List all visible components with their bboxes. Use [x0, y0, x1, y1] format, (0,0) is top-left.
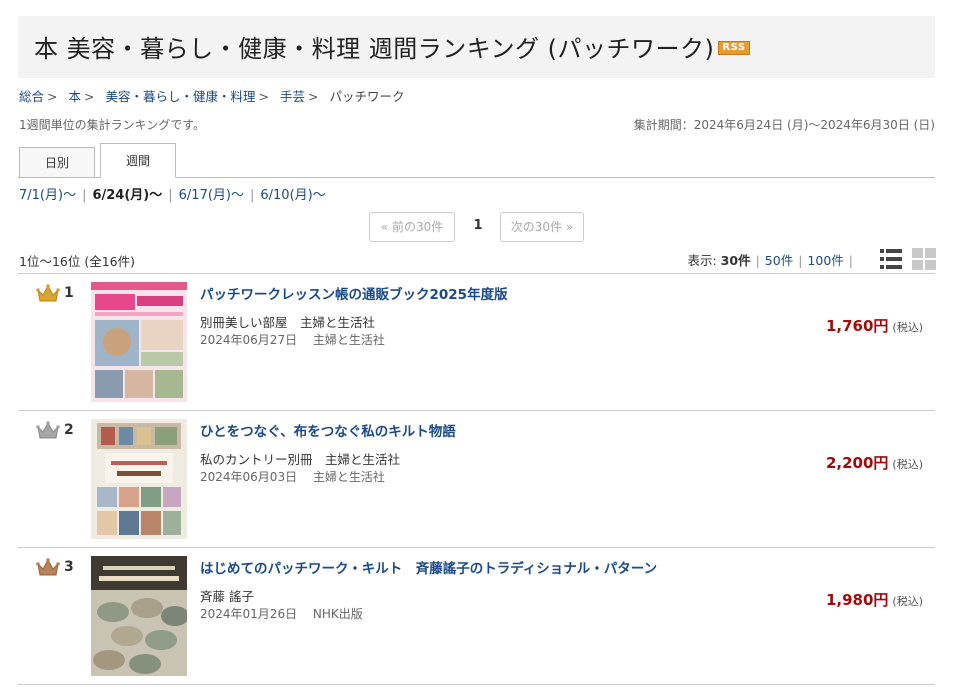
week-link-6-17[interactable]: 6/17(月)～: [179, 188, 244, 203]
ranking-item: 2 ひとをつなぐ、布をつなぐ私のキルト物語 私のカントリー別冊 主婦と生活社 2…: [18, 411, 935, 548]
item-title-link[interactable]: はじめてのパッチワーク・キルト 斉藤謠子のトラディショナル・パターン: [200, 557, 657, 577]
prev-page-button[interactable]: « 前の30件: [369, 212, 455, 242]
week-separator: |: [168, 188, 173, 203]
page-title-bar: 本 美容・暮らし・健康・料理 週間ランキング (パッチワーク) RSS: [18, 16, 935, 78]
breadcrumb-separator: >: [47, 89, 58, 104]
rss-icon[interactable]: RSS: [718, 41, 750, 55]
item-release-date: 2024年06月03日 主婦と生活社: [200, 470, 385, 484]
breadcrumb-separator: >: [84, 89, 95, 104]
item-title-link[interactable]: パッチワークレッスン帳の通販ブック2025年度版: [200, 283, 508, 303]
page-title-text: 本 美容・暮らし・健康・料理 週間ランキング (パッチワーク): [34, 35, 715, 63]
breadcrumb-item-lifestyle[interactable]: 美容・暮らし・健康・料理: [105, 89, 255, 104]
tax-label: (税込): [892, 595, 923, 608]
breadcrumb: 総合 > 本 > 美容・暮らし・健康・料理 > 手芸 > パッチワーク: [19, 86, 404, 105]
breadcrumb-item-current: パッチワーク: [329, 89, 405, 104]
display-count-selector: 表示: 30件 | 50件 | 100件 |: [687, 250, 858, 269]
display-separator: |: [755, 253, 760, 268]
display-separator: |: [798, 253, 803, 268]
price-value: 2,200円: [825, 454, 889, 472]
item-author: 別冊美しい部屋 主婦と生活社: [200, 315, 376, 330]
page-title: 本 美容・暮らし・健康・料理 週間ランキング (パッチワーク) RSS: [34, 29, 750, 64]
ranking-description: 1週間単位の集計ランキングです。: [19, 118, 206, 132]
rank-number: 1: [64, 285, 74, 301]
price-value: 1,980円: [825, 591, 889, 609]
gold-crown-icon: [36, 284, 60, 302]
book-cover-image[interactable]: [91, 419, 187, 539]
rank-number: 2: [64, 422, 74, 438]
item-author: 私のカントリー別冊 主婦と生活社: [200, 452, 401, 467]
item-author: 斉藤 謠子: [200, 589, 254, 604]
display-option-100[interactable]: 100件: [807, 253, 843, 268]
week-separator: |: [249, 188, 255, 203]
week-selector: 7/1(月)～ | 6/24(月)～ | 6/17(月)～ | 6/10(月)～: [19, 184, 326, 203]
breadcrumb-item-all[interactable]: 総合: [19, 89, 44, 104]
week-link-7-1[interactable]: 7/1(月)～: [19, 188, 76, 203]
ranking-item: 1 パッチワークレッスン帳の通販ブック2025年度版 別冊美しい部屋 主婦と生活…: [18, 274, 935, 411]
price-value: 1,760円: [825, 317, 889, 335]
next-page-button[interactable]: 次の30件 »: [500, 212, 584, 242]
week-separator: |: [82, 188, 87, 203]
aggregation-period: 集計期間：2024年6月24日 (月)～2024年6月30日 (日): [633, 118, 935, 132]
week-selected-6-24: 6/24(月)～: [92, 188, 163, 203]
current-page-number: 1: [473, 218, 483, 233]
rank-number: 3: [64, 559, 74, 575]
grid-view-icon[interactable]: [912, 248, 936, 270]
display-separator: |: [848, 253, 853, 268]
display-option-50[interactable]: 50件: [765, 253, 793, 268]
list-view-icon[interactable]: [880, 248, 902, 270]
tax-label: (税込): [892, 321, 923, 334]
breadcrumb-separator: >: [307, 89, 319, 104]
week-link-6-10[interactable]: 6/10(月)～: [260, 188, 325, 203]
breadcrumb-item-books[interactable]: 本: [68, 89, 81, 104]
book-cover-image[interactable]: [91, 556, 187, 676]
bronze-crown-icon: [36, 558, 60, 576]
breadcrumb-separator: >: [258, 89, 269, 104]
item-price: 1,980円 (税込): [826, 589, 923, 610]
display-label: 表示:: [687, 253, 717, 268]
item-release-date: 2024年06月27日 主婦と生活社: [200, 333, 385, 347]
item-title-link[interactable]: ひとをつなぐ、布をつなぐ私のキルト物語: [200, 420, 456, 440]
tax-label: (税込): [892, 458, 923, 471]
breadcrumb-item-crafts[interactable]: 手芸: [280, 89, 305, 104]
tab-weekly[interactable]: 週間: [100, 143, 176, 178]
ranking-item: 3 はじめてのパッチワーク・キルト 斉藤謠子のトラディショナル・パターン 斉藤 …: [18, 548, 935, 685]
display-option-30: 30件: [720, 253, 751, 268]
tab-daily[interactable]: 日別: [19, 147, 95, 178]
silver-crown-icon: [36, 421, 60, 439]
item-price: 2,200円 (税込): [826, 452, 923, 473]
book-cover-image[interactable]: [91, 282, 187, 402]
item-release-date: 2024年01月26日 NHK出版: [200, 607, 363, 621]
item-price: 1,760円 (税込): [826, 315, 923, 336]
result-count: 1位～16位 (全16件): [19, 254, 135, 269]
